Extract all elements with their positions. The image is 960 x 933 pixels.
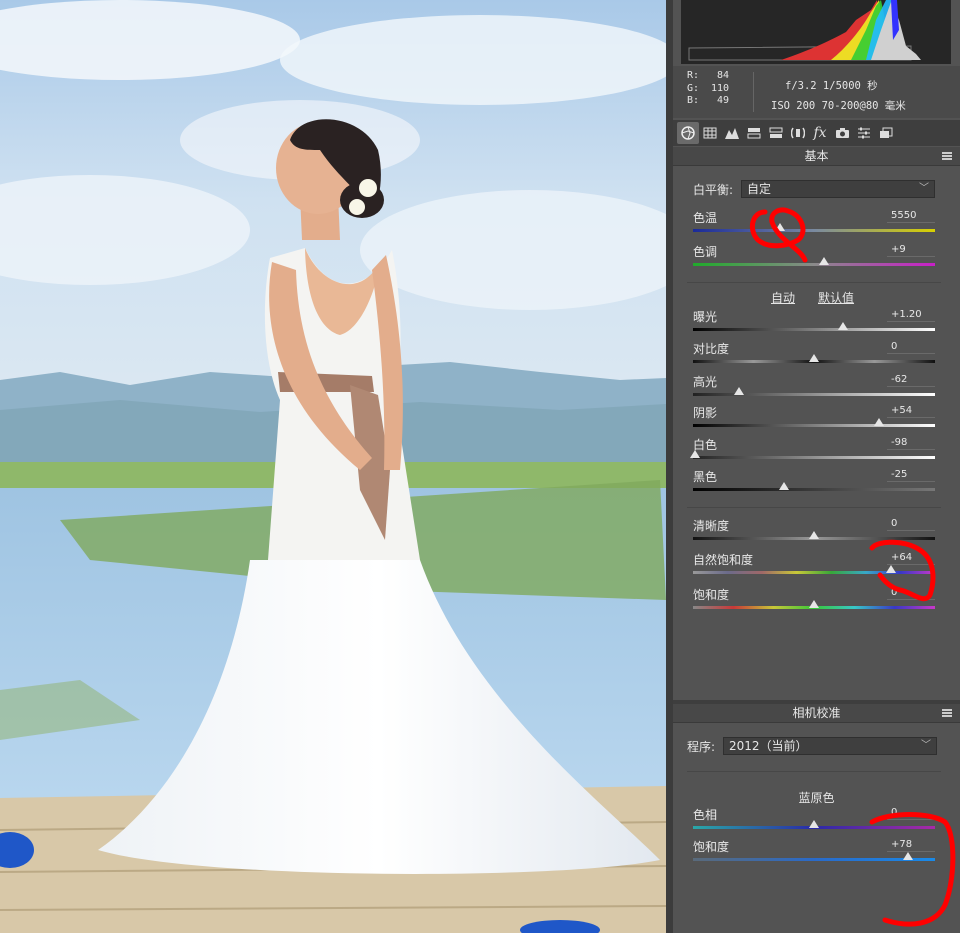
basic-slider-track[interactable] bbox=[693, 424, 935, 427]
g-label: G: bbox=[687, 83, 709, 96]
basic-slider-thumb[interactable] bbox=[874, 418, 884, 426]
basic-slider-label: 饱和度 bbox=[693, 586, 729, 603]
r-value: 84 bbox=[709, 70, 729, 83]
default-button[interactable]: 默认值 bbox=[818, 289, 854, 306]
exif-aperture-shutter: f/3.2 1/5000 秒 bbox=[771, 76, 906, 96]
split-icon[interactable] bbox=[743, 122, 765, 144]
basic-slider-track[interactable] bbox=[693, 456, 935, 459]
basic-section-header[interactable]: 基本 bbox=[673, 147, 960, 166]
basic-slider-value[interactable]: -25 bbox=[887, 469, 935, 482]
panel-menu-icon[interactable] bbox=[942, 709, 952, 717]
basic-slider-value[interactable]: 0 bbox=[887, 341, 935, 354]
fx-label: fx bbox=[813, 125, 826, 141]
basic-slider-value[interactable]: +54 bbox=[887, 405, 935, 418]
basic-slider-value[interactable]: 0 bbox=[887, 587, 935, 600]
divider bbox=[687, 507, 941, 508]
basic-slider-label: 黑色 bbox=[693, 468, 717, 485]
camera-info: R:84 G:110 B:49 f/3.2 1/5000 秒 ISO 200 7… bbox=[673, 66, 960, 118]
g-value: 110 bbox=[709, 83, 729, 96]
info-separator bbox=[753, 72, 754, 112]
chevron-down-icon: ﹀ bbox=[919, 181, 929, 197]
wedding-photo bbox=[0, 0, 666, 933]
basic-slider-track[interactable] bbox=[693, 328, 935, 331]
calibration-slider-track[interactable] bbox=[693, 858, 935, 861]
white-balance-value: 自定 bbox=[747, 182, 771, 196]
basic-slider-value[interactable]: 0 bbox=[887, 518, 935, 531]
histogram bbox=[681, 0, 951, 64]
basic-slider-value[interactable]: -98 bbox=[887, 437, 935, 450]
process-value: 2012（当前） bbox=[729, 739, 808, 753]
basic-slider-track[interactable] bbox=[693, 571, 935, 574]
basic-slider-thumb[interactable] bbox=[734, 387, 744, 395]
camera-icon[interactable] bbox=[831, 122, 853, 144]
basic-slider-track[interactable] bbox=[693, 488, 935, 491]
split-v-icon[interactable] bbox=[765, 122, 787, 144]
photo-preview bbox=[0, 0, 666, 933]
basic-slider-thumb[interactable] bbox=[775, 223, 785, 231]
fx-icon[interactable]: fx bbox=[809, 122, 831, 144]
process-label: 程序: bbox=[687, 738, 715, 755]
basic-slider-label: 自然饱和度 bbox=[693, 551, 753, 568]
basic-slider-thumb[interactable] bbox=[779, 482, 789, 490]
divider bbox=[687, 282, 941, 283]
calibration-slider-label: 饱和度 bbox=[693, 838, 729, 855]
calibration-slider-value[interactable]: 0 bbox=[887, 807, 935, 820]
basic-slider-label: 高光 bbox=[693, 373, 717, 390]
lens-icon[interactable] bbox=[787, 122, 809, 144]
process-select[interactable]: 2012（当前） ﹀ bbox=[723, 737, 937, 755]
chevron-down-icon: ﹀ bbox=[921, 738, 931, 754]
blue-primary-title: 蓝原色 bbox=[673, 789, 960, 806]
basic-slider-label: 色温 bbox=[693, 209, 717, 226]
basic-slider-label: 对比度 bbox=[693, 340, 729, 357]
grid-icon[interactable] bbox=[699, 122, 721, 144]
basic-slider-label: 清晰度 bbox=[693, 517, 729, 534]
basic-slider-label: 曝光 bbox=[693, 308, 717, 325]
basic-section-title: 基本 bbox=[804, 149, 828, 163]
calibration-section-title: 相机校准 bbox=[792, 706, 840, 720]
calibration-slider-label: 色相 bbox=[693, 806, 717, 823]
white-balance-select[interactable]: 自定 ﹀ bbox=[741, 180, 935, 198]
panel-divider[interactable] bbox=[666, 0, 673, 933]
exif-info: f/3.2 1/5000 秒 ISO 200 70-200@80 毫米 bbox=[771, 76, 906, 116]
basic-slider-thumb[interactable] bbox=[690, 450, 700, 458]
basic-slider-value[interactable]: 5550 bbox=[887, 210, 935, 223]
basic-slider-track[interactable] bbox=[693, 229, 935, 232]
basic-slider-value[interactable]: -62 bbox=[887, 374, 935, 387]
basic-slider-label: 色调 bbox=[693, 243, 717, 260]
basic-slider-value[interactable]: +64 bbox=[887, 552, 935, 565]
calibration-slider-thumb[interactable] bbox=[809, 820, 819, 828]
basic-slider-value[interactable]: +9 bbox=[887, 244, 935, 257]
basic-slider-thumb[interactable] bbox=[809, 600, 819, 608]
exif-iso-lens: ISO 200 70-200@80 毫米 bbox=[771, 96, 906, 116]
mountain-icon[interactable] bbox=[721, 122, 743, 144]
panel-tabs: fx bbox=[673, 120, 960, 146]
basic-slider-value[interactable]: +1.20 bbox=[887, 309, 935, 322]
presets-icon[interactable] bbox=[875, 122, 897, 144]
auto-button[interactable]: 自动 bbox=[771, 289, 795, 306]
calibration-slider-value[interactable]: +78 bbox=[887, 839, 935, 852]
sliders-icon[interactable] bbox=[853, 122, 875, 144]
basic-slider-thumb[interactable] bbox=[838, 322, 848, 330]
basic-slider-thumb[interactable] bbox=[819, 257, 829, 265]
basic-slider-thumb[interactable] bbox=[809, 531, 819, 539]
histogram-graph bbox=[681, 0, 951, 64]
basic-slider-thumb[interactable] bbox=[809, 354, 819, 362]
b-value: 49 bbox=[709, 95, 729, 108]
basic-slider-label: 阴影 bbox=[693, 404, 717, 421]
calibration-section-header[interactable]: 相机校准 bbox=[673, 700, 960, 723]
basic-slider-track[interactable] bbox=[693, 393, 935, 396]
b-label: B: bbox=[687, 95, 709, 108]
r-label: R: bbox=[687, 70, 709, 83]
basic-slider-track[interactable] bbox=[693, 263, 935, 266]
calibration-slider-thumb[interactable] bbox=[903, 852, 913, 860]
panel-menu-icon[interactable] bbox=[942, 152, 952, 160]
divider bbox=[687, 771, 941, 772]
white-balance-label: 白平衡: bbox=[693, 181, 733, 198]
rgb-readout: R:84 G:110 B:49 bbox=[687, 70, 729, 108]
aperture-icon[interactable] bbox=[677, 122, 699, 144]
adjustment-panel: R:84 G:110 B:49 f/3.2 1/5000 秒 ISO 200 7… bbox=[673, 0, 960, 933]
basic-slider-thumb[interactable] bbox=[886, 565, 896, 573]
